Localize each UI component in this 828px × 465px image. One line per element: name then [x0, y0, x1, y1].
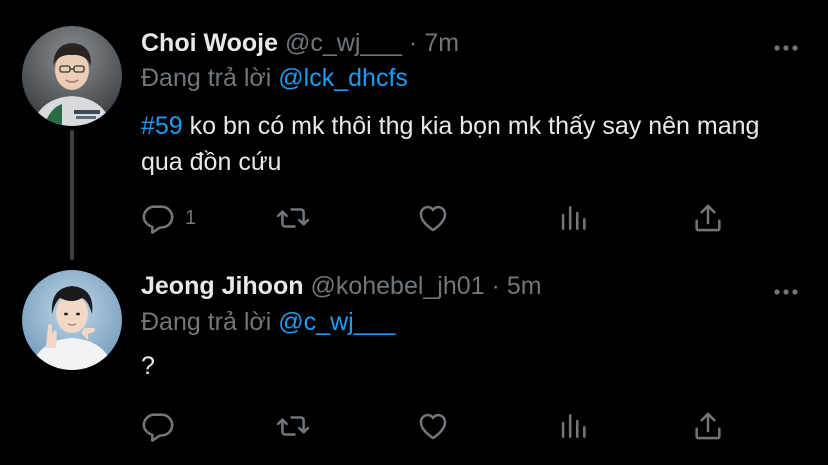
separator-dot: · — [491, 272, 500, 300]
timestamp[interactable]: 5m — [507, 272, 542, 300]
avatar-photo-icon — [22, 270, 122, 370]
avatar-photo-icon — [22, 26, 122, 126]
share-button[interactable] — [691, 409, 725, 443]
stats-icon — [561, 414, 586, 438]
more-dots-icon — [774, 45, 798, 51]
more-options-button[interactable] — [774, 40, 798, 51]
avatar[interactable] — [22, 26, 122, 126]
replying-to-mention[interactable]: @lck_dhcfs — [278, 64, 408, 92]
user-handle[interactable]: @kohebel_jh01 — [310, 272, 484, 300]
more-options-button[interactable] — [774, 284, 798, 295]
retweet-icon — [276, 416, 310, 436]
like-button[interactable] — [416, 201, 450, 235]
retweet-button[interactable] — [276, 201, 310, 235]
tweet-text: #59 ko bn có mk thôi thg kia bọn mk thấy… — [141, 108, 801, 180]
display-name[interactable]: Jeong Jihoon — [141, 272, 304, 300]
replying-to-label: Đang trả lời — [141, 64, 272, 92]
like-button[interactable] — [416, 409, 450, 443]
tweet[interactable]: Choi Wooje @c_wj___ · 7m Đang trả lời @l… — [0, 0, 828, 260]
tweet[interactable]: Jeong Jihoon @kohebel_jh01 · 5m Đang trả… — [0, 240, 828, 465]
tweet-header: Choi Wooje @c_wj___ · 7m — [141, 27, 459, 59]
reply-count: 1 — [185, 206, 197, 229]
share-button[interactable] — [691, 201, 725, 235]
share-icon — [695, 204, 721, 232]
tweet-text-content: ko bn có mk thôi thg kia bọn mk thấy say… — [141, 112, 760, 176]
analytics-button[interactable] — [556, 409, 590, 443]
reply-icon — [142, 413, 174, 442]
display-name[interactable]: Choi Wooje — [141, 29, 278, 57]
tweet-text: ? — [141, 348, 801, 384]
share-icon — [695, 412, 721, 440]
timestamp[interactable]: 7m — [424, 29, 459, 57]
avatar[interactable] — [22, 270, 122, 370]
replying-to-mention[interactable]: @c_wj___ — [278, 308, 395, 336]
replying-to: Đang trả lời @c_wj___ — [141, 306, 395, 338]
reply-button[interactable]: 1 — [141, 201, 196, 235]
reply-button[interactable] — [141, 409, 175, 443]
replying-to-label: Đang trả lời — [141, 308, 272, 336]
tweet-header: Jeong Jihoon @kohebel_jh01 · 5m — [141, 270, 542, 302]
retweet-button[interactable] — [276, 409, 310, 443]
user-handle[interactable]: @c_wj___ — [285, 29, 402, 57]
tweet-text-content: ? — [141, 352, 155, 380]
reply-icon — [142, 205, 174, 234]
hashtag-link[interactable]: #59 — [141, 112, 183, 140]
action-bar: 1 — [141, 201, 741, 235]
analytics-button[interactable] — [556, 201, 590, 235]
like-icon — [419, 413, 447, 440]
more-dots-icon — [774, 289, 798, 295]
action-bar — [141, 409, 741, 443]
replying-to: Đang trả lời @lck_dhcfs — [141, 62, 408, 94]
like-icon — [419, 205, 447, 232]
separator-dot: · — [409, 29, 418, 57]
stats-icon — [561, 206, 586, 230]
retweet-icon — [276, 208, 310, 228]
